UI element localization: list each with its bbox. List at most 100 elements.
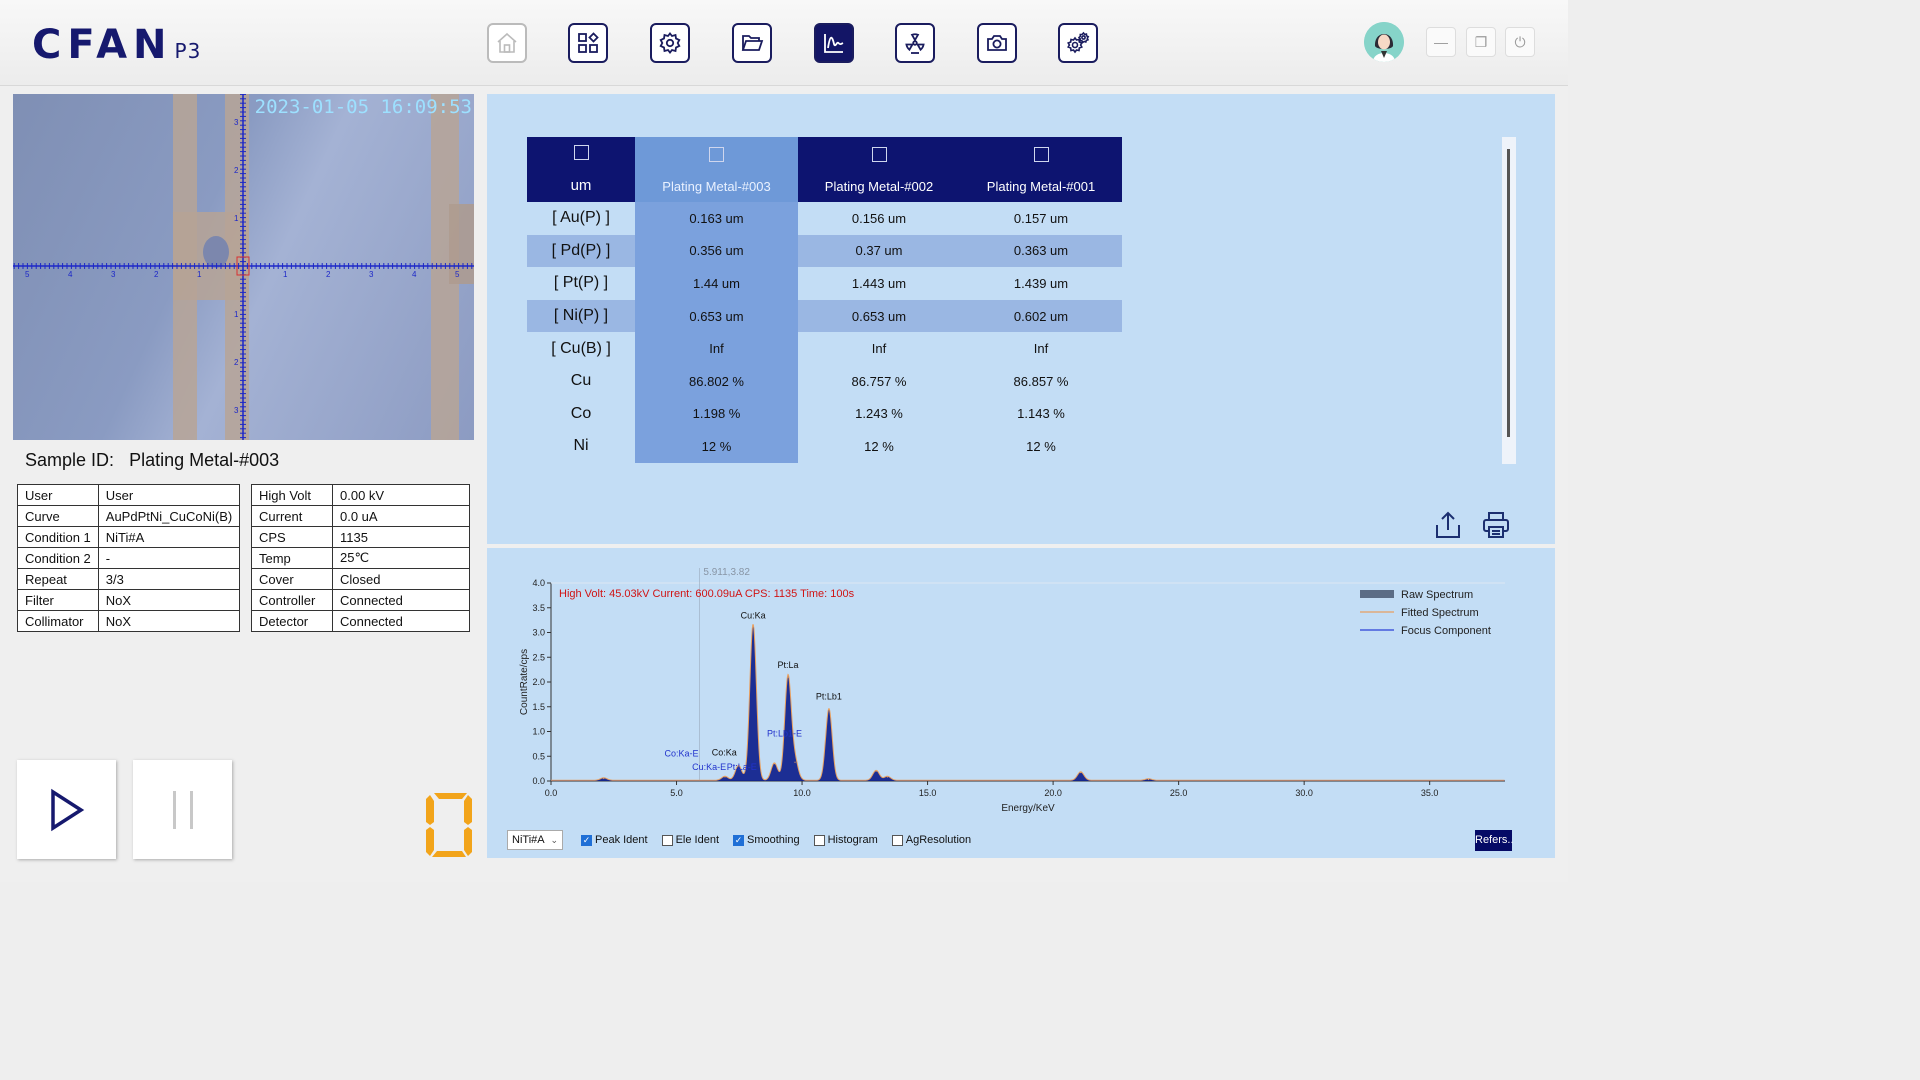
column-header[interactable]: Plating Metal-#003	[635, 137, 798, 202]
scrollbar-thumb[interactable]	[1507, 149, 1510, 437]
spectrum-chart-icon	[824, 34, 844, 53]
option-label: Histogram	[827, 834, 878, 846]
column-checkbox[interactable]	[709, 147, 724, 162]
result-cell: 86.857 %	[1013, 373, 1069, 389]
restore-button[interactable]: ❐	[1466, 27, 1496, 57]
select-all-checkbox[interactable]	[573, 145, 589, 160]
column-header[interactable]: Plating Metal-#001	[960, 137, 1122, 202]
unit-header[interactable]: um	[527, 137, 635, 202]
advanced-settings-button[interactable]	[1058, 23, 1098, 63]
y-tick-label: 1.5	[532, 702, 545, 712]
y-tick-label: 3.0	[532, 628, 545, 638]
peak-point	[886, 776, 889, 778]
camera-view[interactable]: 5 4 3 2 1 1 2 3 4 5 3 2 1 1 2 3 2023-01-05 16:09:53	[13, 94, 474, 440]
result-cell: 1.439 um	[1013, 275, 1069, 291]
measurement-info-table: User User Curve AuPdPtNi_CuCoNi(B) Condition…	[17, 484, 241, 632]
column-checkbox[interactable]	[871, 147, 887, 162]
chevron-down-icon: ⌄	[550, 835, 558, 845]
checkbox-checked-icon[interactable]: ✓	[581, 834, 592, 846]
result-row[interactable]: [ Cu(B) ] Inf Inf Inf	[527, 332, 1122, 365]
minimize-button[interactable]: —	[1426, 27, 1456, 57]
sample-id: Sample ID: Plating Metal-#003	[25, 450, 289, 471]
power-icon: ⏻	[1514, 33, 1526, 50]
refers-button[interactable]: Refers..	[1475, 830, 1514, 851]
info-value: User	[97, 484, 241, 506]
info-row: Temp 25℃	[251, 547, 470, 569]
option-label: AgResolution	[905, 834, 972, 846]
camera-icon	[987, 35, 1007, 51]
option-checkbox[interactable]: AgResolution	[891, 834, 972, 846]
device-status-table: High Volt 0.00 kV Current 0.0 uA CPS 1135 Temp…	[251, 484, 470, 632]
sample-id-label: Sample ID:	[25, 450, 115, 470]
checkbox-checked-icon[interactable]: ✓	[733, 834, 745, 846]
y-tick-label: 2.0	[532, 677, 545, 687]
result-row[interactable]: [ Pd(P) ] 0.356 um 0.37 um 0.363 um	[527, 234, 1122, 268]
element-label: [ Pd(P) ]	[527, 234, 635, 268]
option-checkbox[interactable]: ✓ Peak Ident	[581, 834, 648, 846]
ruler-tick-label: 3	[234, 118, 239, 127]
info-value: 3/3	[97, 568, 241, 590]
play-icon	[50, 788, 84, 831]
result-cell: 0.163 um	[635, 202, 798, 235]
x-tick-label: 20.0	[1044, 788, 1062, 798]
x-axis-label: Energy/KeV	[1001, 803, 1055, 814]
checkbox-empty-icon[interactable]	[813, 834, 825, 846]
settings-button[interactable]	[650, 23, 690, 63]
option-checkbox[interactable]: Ele Ident	[661, 834, 719, 846]
acquisition-info: High Volt: 45.03kV Current: 600.09uA CPS…	[559, 588, 855, 600]
export-button[interactable]	[1433, 510, 1463, 540]
element-label: Co	[570, 404, 592, 422]
start-button[interactable]	[17, 760, 116, 859]
restore-icon: ❐	[1474, 33, 1488, 50]
apps-button[interactable]	[568, 23, 608, 63]
checkbox-empty-icon[interactable]	[661, 834, 673, 846]
x-tick-label: 0.0	[545, 788, 558, 798]
result-cell: 0.653 um	[635, 299, 798, 333]
info-label: Controller	[251, 589, 333, 611]
condition-select[interactable]: NiTi#A ⌄	[507, 830, 563, 850]
peak-point	[603, 777, 605, 780]
option-checkbox[interactable]: ✓ Smoothing	[733, 834, 800, 846]
result-cell: 86.757 %	[851, 373, 907, 389]
open-folder-button[interactable]	[732, 23, 772, 63]
results-scrollbar[interactable]	[1502, 137, 1516, 464]
result-row[interactable]: Cu 86.802 % 86.757 % 86.857 %	[527, 364, 1122, 398]
pause-icon	[172, 790, 193, 829]
ruler-tick-label: 3	[111, 270, 116, 279]
advanced-settings-icon	[1067, 31, 1090, 54]
ruler-tick-label: 1	[283, 270, 288, 279]
result-row[interactable]: [ Ni(P) ] 0.653 um 0.653 um 0.602 um	[527, 299, 1122, 333]
checkbox-empty-icon[interactable]	[891, 834, 903, 846]
ruler-tick-label: 3	[369, 270, 374, 279]
result-row[interactable]: Co 1.198 % 1.243 % 1.143 %	[527, 397, 1122, 431]
peak-point	[773, 763, 776, 765]
result-cell: Inf	[635, 332, 798, 365]
result-cell: Inf	[1033, 341, 1049, 357]
option-checkbox[interactable]: Histogram	[813, 834, 878, 846]
info-value: Connected	[332, 610, 470, 632]
result-cell: 1.143 %	[1017, 406, 1065, 422]
info-value: Closed	[332, 568, 470, 590]
home-button[interactable]	[487, 23, 527, 63]
element-label: Cu	[570, 372, 592, 390]
result-row[interactable]: Ni 12 % 12 % 12 %	[527, 430, 1122, 463]
column-header[interactable]: Plating Metal-#002	[798, 137, 960, 202]
result-row[interactable]: [ Pt(P) ] 1.44 um 1.443 um 1.439 um	[527, 267, 1122, 300]
app-window: CFAN P3 — ❐ ⏻ 5 4 3 2 1 1 2 3 4 5 3 2 1 …	[0, 0, 1568, 882]
column-checkbox[interactable]	[1033, 147, 1049, 162]
spectrum-button[interactable]	[814, 23, 854, 63]
peak-point	[787, 676, 789, 678]
result-row[interactable]: [ Au(P) ] 0.163 um 0.156 um 0.157 um	[527, 202, 1122, 235]
power-button[interactable]: ⏻	[1505, 27, 1535, 57]
peak-label: Pt:La-E	[727, 762, 757, 772]
user-avatar[interactable]	[1364, 22, 1404, 62]
camera-button[interactable]	[977, 23, 1017, 63]
legend-label: Fitted Spectrum	[1401, 607, 1479, 619]
print-button[interactable]	[1481, 510, 1511, 540]
radiation-button[interactable]	[895, 23, 935, 63]
peak-point	[1080, 771, 1082, 774]
result-cell: 0.363 um	[960, 234, 1122, 268]
spectrum-chart[interactable]: 0.0 0.5 1.0 1.5 2.0 2.5 3.0 3.5 4.0 0.0 5.0 10.0 15.…	[487, 548, 1555, 828]
pause-button[interactable]	[133, 760, 232, 859]
result-cell: 0.37 um	[798, 234, 960, 268]
